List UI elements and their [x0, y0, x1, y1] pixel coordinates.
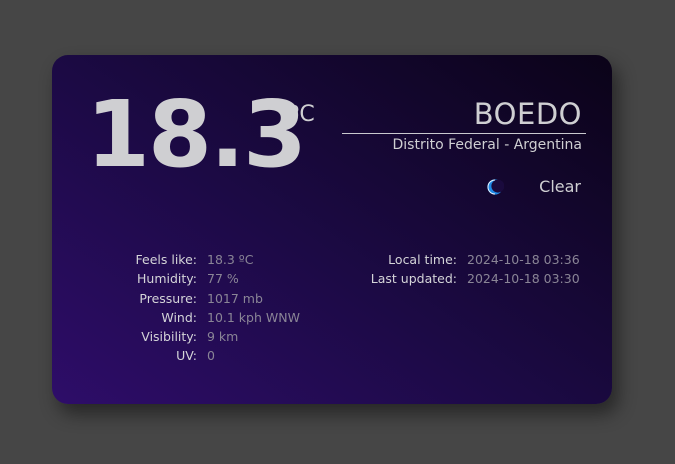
detail-value: 9 km [207, 329, 239, 345]
detail-value: 18.3 ºC [207, 252, 254, 267]
detail-label: Pressure: [139, 290, 197, 306]
weather-details: Feels like: 18.3 ºC Humidity: 77 % Press… [52, 250, 312, 366]
time-row-updated: Last updated: 2024-10-18 03:30 [322, 269, 582, 288]
detail-label: Feels like: [135, 252, 198, 267]
detail-row-wind: Wind: 10.1 kph WNW [52, 308, 312, 327]
detail-value: 77 % [207, 271, 239, 287]
city-divider [342, 133, 586, 134]
time-value: 2024-10-18 03:36 [467, 252, 580, 267]
time-label: Local time: [388, 252, 457, 267]
city-name: BOEDO [473, 97, 582, 131]
weather-card: 18.3 ºC BOEDO Distrito Federal - Argenti… [52, 55, 612, 404]
detail-value: 1017 mb [207, 290, 263, 306]
time-details: Local time: 2024-10-18 03:36 Last update… [322, 250, 582, 289]
condition-text: Clear [539, 177, 581, 196]
time-row-local: Local time: 2024-10-18 03:36 [322, 250, 582, 269]
temperature-unit: ºC [289, 102, 315, 127]
detail-value: 0 [207, 348, 215, 364]
detail-row-feels-like: Feels like: 18.3 ºC [52, 250, 312, 269]
detail-row-humidity: Humidity: 77 % [52, 269, 312, 288]
temperature-value: 18.3 [86, 81, 307, 188]
detail-label: UV: [176, 348, 197, 364]
time-value: 2024-10-18 03:30 [467, 271, 580, 287]
detail-label: Humidity: [137, 271, 197, 287]
detail-row-uv: UV: 0 [52, 346, 312, 365]
detail-label: Wind: [161, 309, 197, 325]
detail-row-pressure: Pressure: 1017 mb [52, 289, 312, 308]
time-label: Last updated: [370, 271, 457, 287]
detail-row-visibility: Visibility: 9 km [52, 327, 312, 346]
moon-icon [487, 179, 504, 195]
detail-label: Visibility: [141, 329, 197, 345]
detail-value: 10.1 kph WNW [207, 309, 300, 325]
region-name: Distrito Federal - Argentina [392, 137, 582, 153]
